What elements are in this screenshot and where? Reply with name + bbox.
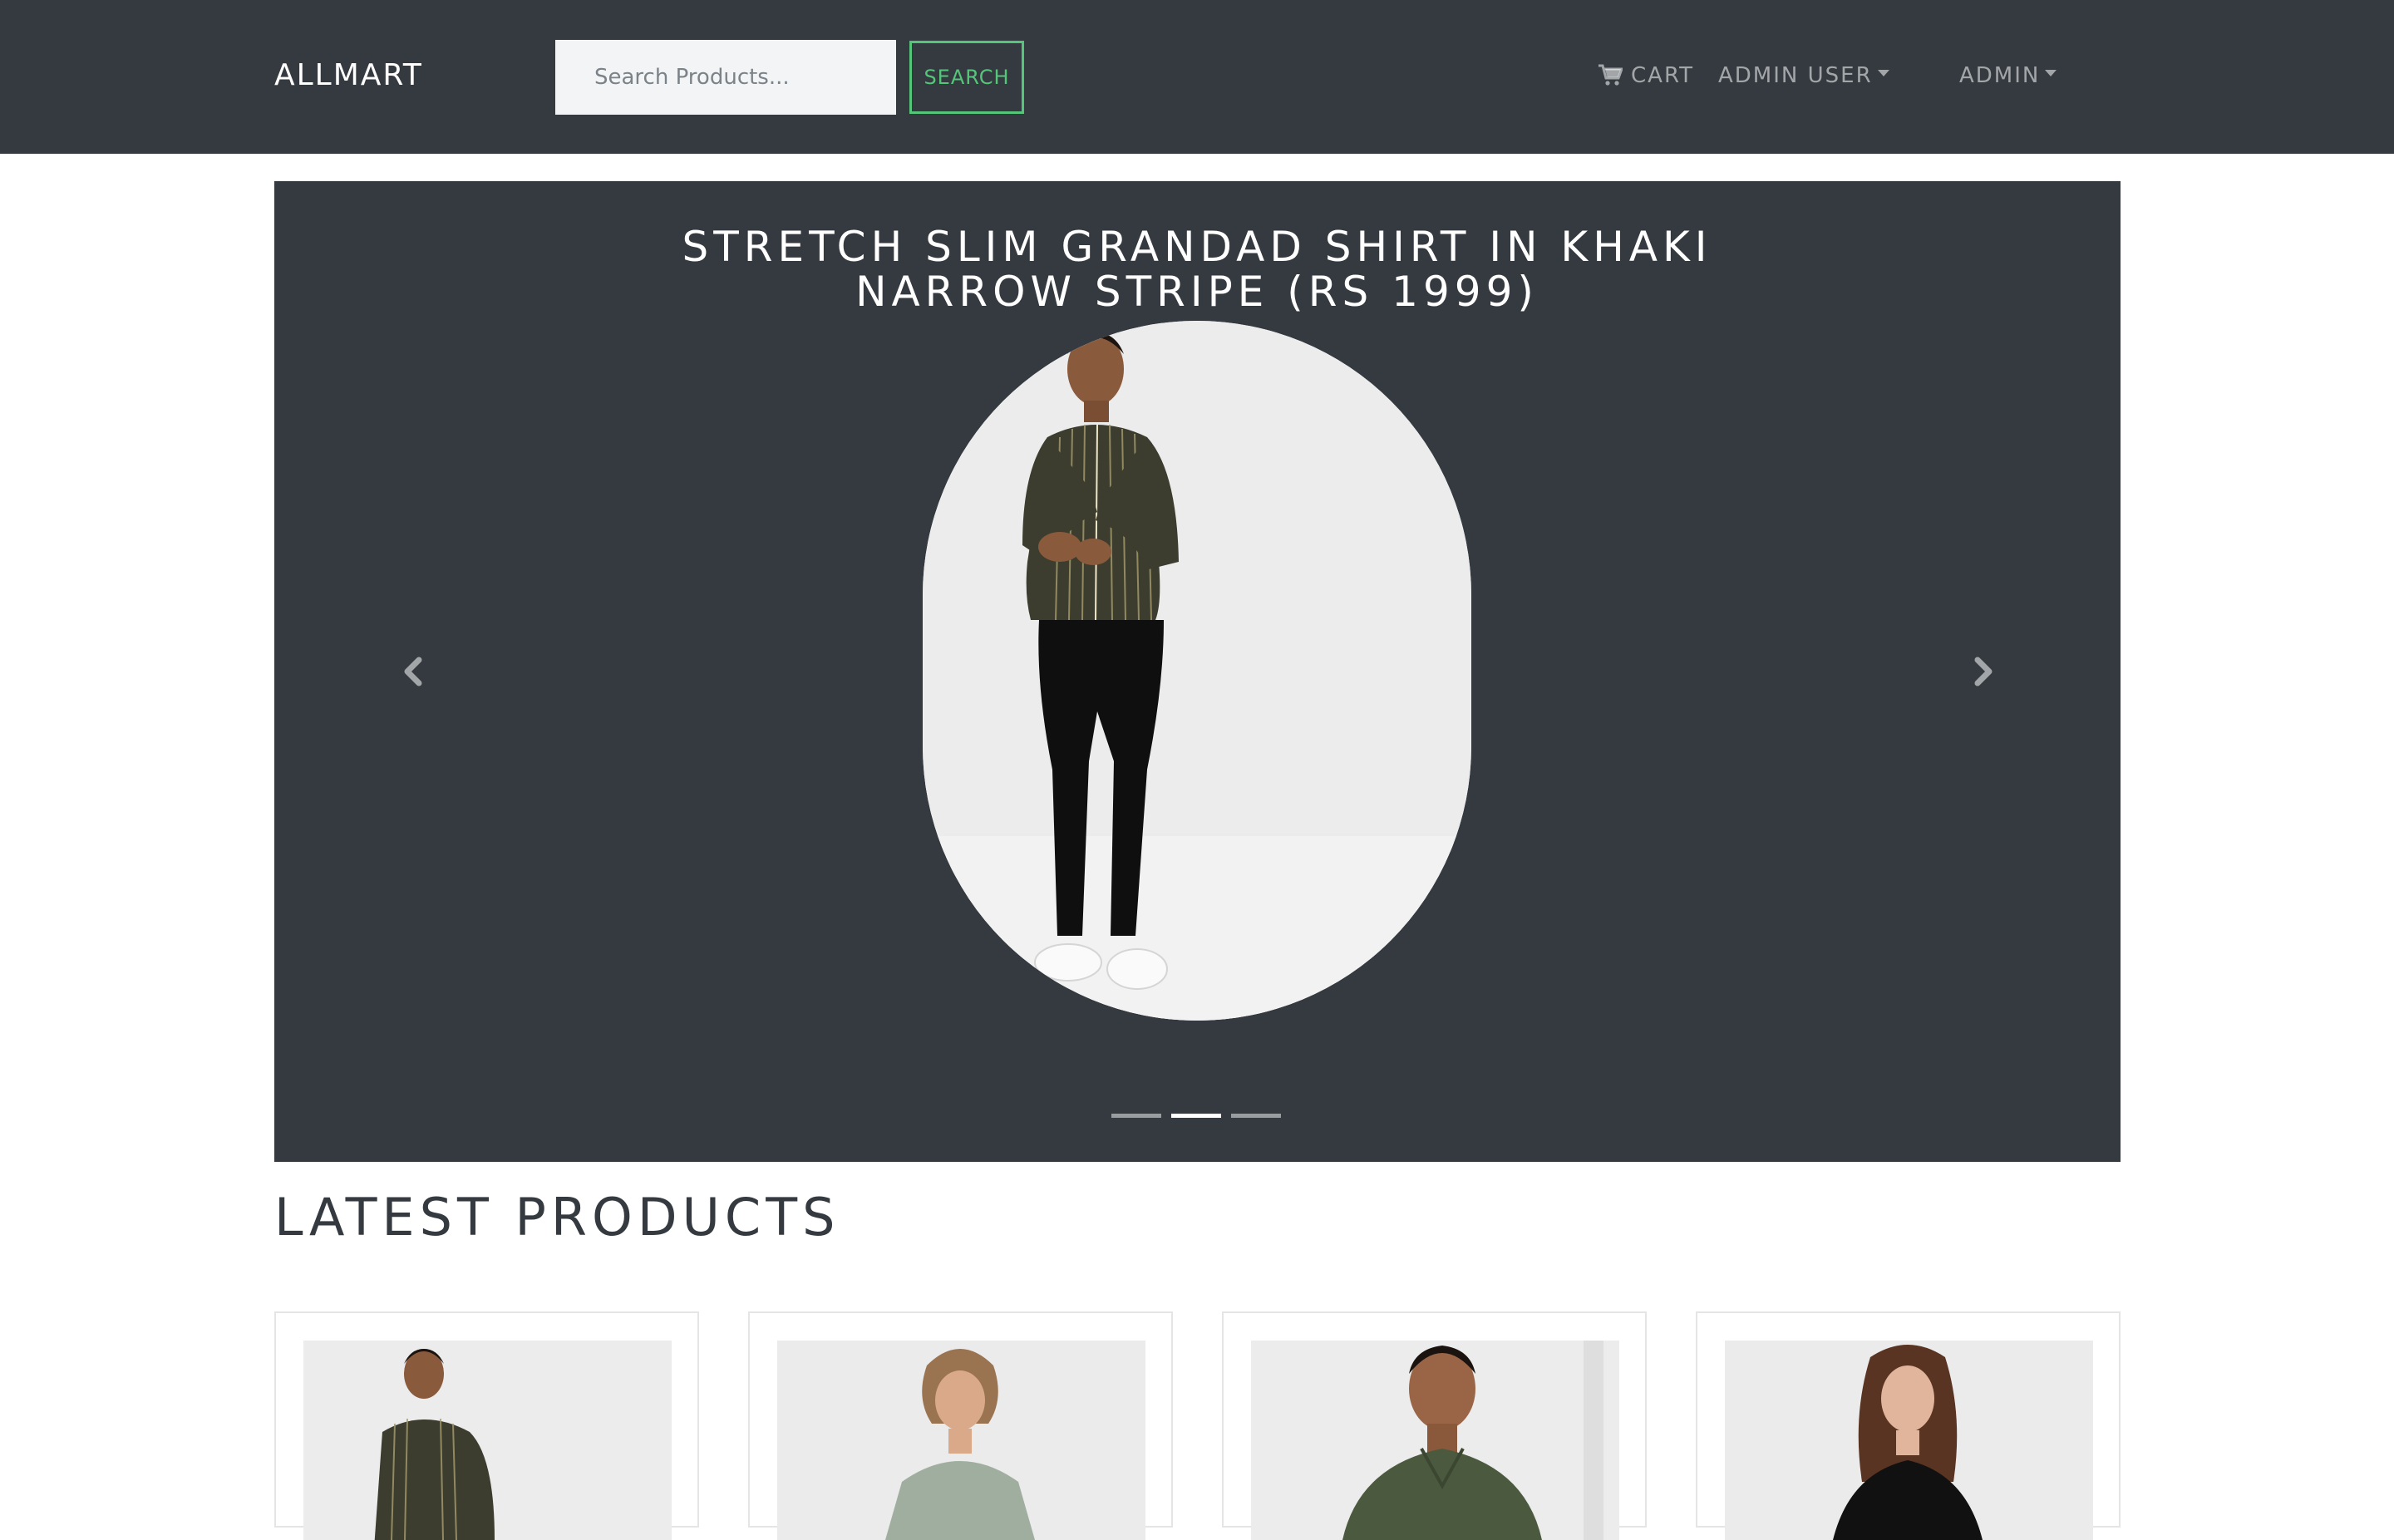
carousel-slide-title[interactable]: STRETCH SLIM GRANDAD SHIRT IN KHAKI NARR… [582, 224, 1812, 314]
product-thumbnail[interactable] [303, 1341, 672, 1540]
latest-products-heading: LATEST PRODUCTS [274, 1187, 840, 1247]
chevron-left-icon[interactable] [389, 647, 439, 696]
carousel-product-image[interactable] [923, 321, 1471, 1021]
product-card[interactable] [748, 1311, 1173, 1540]
carousel-indicators [1111, 1114, 1281, 1118]
carousel-indicator-3[interactable] [1231, 1114, 1281, 1118]
brand-logo[interactable]: ALLMART [274, 58, 423, 92]
admin-menu-dropdown[interactable]: ADMIN [1959, 63, 2057, 88]
chevron-right-icon[interactable] [1958, 647, 2007, 696]
caret-down-icon [1877, 70, 1889, 76]
product-thumbnail[interactable] [777, 1341, 1145, 1540]
search-input[interactable] [555, 40, 896, 115]
user-menu-dropdown[interactable]: ADMIN USER [1718, 63, 1889, 88]
product-carousel: STRETCH SLIM GRANDAD SHIRT IN KHAKI NARR… [274, 181, 2121, 1162]
product-card[interactable] [274, 1311, 699, 1540]
product-thumbnail[interactable] [1725, 1341, 2093, 1540]
shopping-cart-icon [1598, 64, 1623, 86]
carousel-indicator-2[interactable] [1171, 1114, 1221, 1118]
cart-link[interactable]: CART [1598, 63, 1694, 88]
caret-down-icon [2045, 70, 2057, 76]
product-card[interactable] [1696, 1311, 2121, 1540]
product-thumbnail[interactable] [1251, 1341, 1619, 1540]
user-menu-label: ADMIN USER [1718, 63, 1873, 88]
carousel-indicator-1[interactable] [1111, 1114, 1161, 1118]
product-card[interactable] [1222, 1311, 1647, 1540]
product-photo-man-striped-shirt [923, 321, 1471, 1021]
navbar: ALLMART SEARCH CART ADMIN USER ADMIN [0, 0, 2394, 154]
search-button[interactable]: SEARCH [909, 41, 1024, 114]
cart-label: CART [1631, 63, 1694, 88]
admin-menu-label: ADMIN [1959, 63, 2041, 88]
